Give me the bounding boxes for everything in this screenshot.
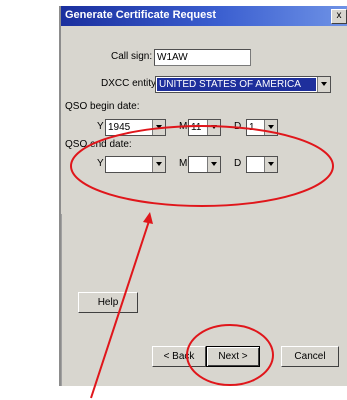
end-year-select[interactable] (105, 156, 166, 173)
chevron-down-icon[interactable] (317, 77, 330, 92)
chevron-down-icon[interactable] (264, 120, 277, 135)
chevron-down-icon[interactable] (152, 157, 165, 172)
back-button[interactable]: < Back (152, 346, 206, 367)
help-button[interactable]: Help (78, 292, 138, 313)
call-sign-input[interactable]: W1AW (154, 49, 251, 66)
qso-end-date-label: QSO end date: (65, 139, 132, 150)
begin-month-value: 11 (191, 122, 202, 133)
begin-day-label: D (234, 121, 242, 132)
window-title: Generate Certificate Request (65, 9, 216, 21)
chevron-down-icon[interactable] (207, 157, 220, 172)
begin-year-value: 1945 (108, 122, 131, 133)
call-sign-label: Call sign: (111, 51, 153, 62)
begin-year-select[interactable]: 1945 (105, 119, 166, 136)
dxcc-entity-value: UNITED STATES OF AMERICA (157, 78, 316, 91)
end-day-select[interactable] (246, 156, 278, 173)
cancel-button[interactable]: Cancel (281, 346, 339, 367)
dxcc-entity-label: DXCC entity: (101, 78, 159, 89)
end-month-label: M (179, 158, 188, 169)
chevron-down-icon[interactable] (207, 120, 220, 135)
generate-certificate-dialog: Generate Certificate Request x Call sign… (59, 6, 347, 386)
chevron-down-icon[interactable] (152, 120, 165, 135)
begin-month-label: M (179, 121, 188, 132)
dialog-left-edge (61, 214, 62, 386)
end-day-label: D (234, 158, 242, 169)
end-year-label: Y (97, 158, 104, 169)
begin-day-select[interactable]: 1 (246, 119, 278, 136)
end-month-select[interactable] (188, 156, 221, 173)
dxcc-entity-select[interactable]: UNITED STATES OF AMERICA (155, 76, 331, 93)
next-button[interactable]: Next > (206, 346, 260, 367)
begin-day-value: 1 (249, 122, 255, 133)
begin-month-select[interactable]: 11 (188, 119, 221, 136)
close-button[interactable]: x (331, 9, 347, 24)
chevron-down-icon[interactable] (264, 157, 277, 172)
title-bar[interactable]: Generate Certificate Request x (61, 6, 347, 26)
begin-year-label: Y (97, 121, 104, 132)
qso-begin-date-label: QSO begin date: (65, 101, 140, 112)
